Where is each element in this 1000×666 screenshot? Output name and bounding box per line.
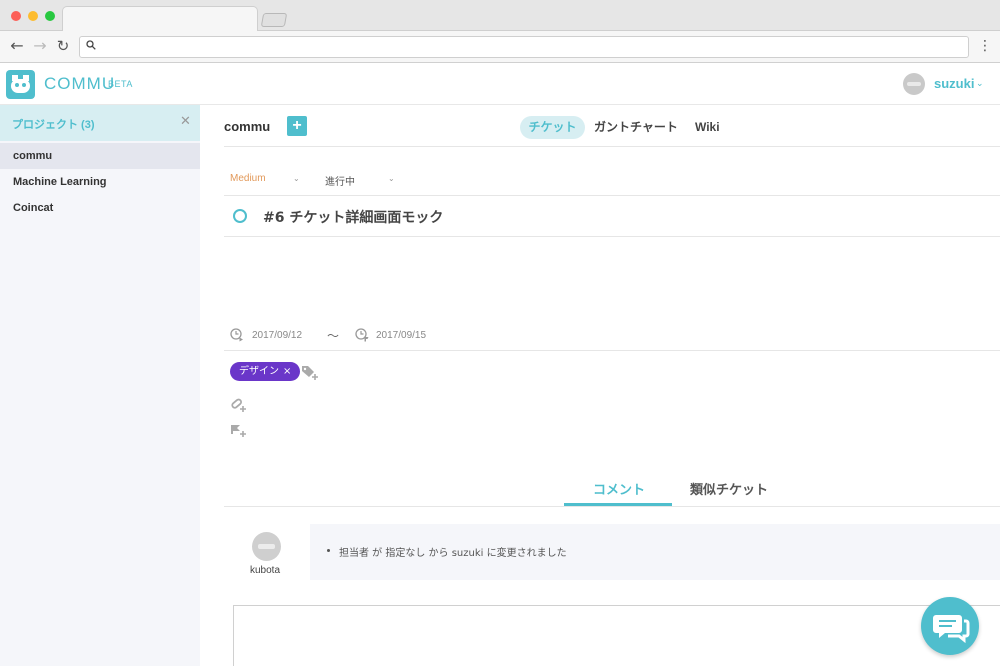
back-icon[interactable]: ← [8,37,26,55]
chat-icon [933,615,970,644]
sidebar-item-label: Machine Learning [13,176,107,188]
user-avatar[interactable] [903,73,925,95]
tag-chip[interactable]: デザイン × [230,362,301,381]
status-select[interactable]: 進行中 [325,173,355,188]
chevron-down-icon[interactable]: ⌄ [976,79,984,89]
divider [224,350,1000,351]
browser-tab-strip [0,0,1000,32]
logo-eye-left [15,83,19,87]
comment-author: kubota [250,565,281,576]
divider [224,146,1000,147]
tag-label: デザイン [239,366,279,377]
logo-face [11,79,30,93]
end-date-icon[interactable] [355,328,369,342]
close-window-button[interactable] [11,11,21,21]
end-date[interactable]: 2017/09/15 [376,330,426,341]
tab-gantt-chart[interactable]: ガントチャート [594,116,678,139]
address-bar[interactable] [79,36,969,58]
priority-select[interactable]: Medium [230,173,266,184]
user-menu-name[interactable]: suzuki [934,76,974,91]
start-date-icon[interactable] [230,328,244,342]
chevron-down-icon[interactable]: ⌄ [293,174,300,183]
add-ticket-button[interactable]: + [287,116,307,136]
comment-input[interactable] [233,605,1000,666]
bullet [327,549,330,552]
activity-text: 担当者 が 指定なし から suzuki に変更されました [339,548,567,559]
beta-badge: BETA [108,79,133,89]
brand-name[interactable]: COMMU [44,74,115,94]
browser-menu-icon[interactable]: ⋮ [978,37,992,55]
main-content: commu + チケット ガントチャート Wiki Medium ⌄ 進行中 ⌄… [200,105,1000,666]
minimize-window-button[interactable] [28,11,38,21]
ticket-title[interactable]: #6 チケット詳細画面モック [263,207,443,227]
browser-tab[interactable] [62,6,258,32]
app-header: COMMU BETA suzuki ⌄ [0,64,1000,105]
sidebar-item-machine-learning[interactable]: Machine Learning [0,169,200,195]
avatar[interactable] [252,532,281,561]
sidebar-item-commu[interactable]: commu [0,143,200,169]
search-icon [86,40,96,50]
reload-icon[interactable]: ↻ [54,37,72,55]
sidebar-item-label: commu [13,150,53,162]
commu-logo-icon[interactable] [6,70,35,99]
project-name: commu [224,119,271,134]
logo-eye-right [22,83,26,87]
sidebar-header-label: プロジェクト (3) [12,119,95,131]
divider [224,506,1000,507]
divider [224,195,1000,196]
tab-wiki[interactable]: Wiki [695,116,720,139]
attachment-icon[interactable] [230,398,248,414]
close-icon[interactable]: ✕ [180,114,191,129]
ticket-status-toggle[interactable] [233,209,247,223]
start-date[interactable]: 2017/09/12 [252,330,302,341]
milestone-flag-icon[interactable] [230,423,248,439]
browser-toolbar: ← → ↻ ⋮ [0,31,1000,63]
sidebar-project-header[interactable]: プロジェクト (3) ✕ [0,105,200,141]
date-separator: 〜 [327,329,340,343]
chat-support-button[interactable] [921,597,979,655]
sidebar-item-coincat[interactable]: Coincat [0,195,200,221]
tab-ticket[interactable]: チケット [520,116,585,139]
sidebar: プロジェクト (3) ✕ commu Machine Learning Coin… [0,105,200,666]
sidebar-item-label: Coincat [13,202,54,214]
maximize-window-button[interactable] [45,11,55,21]
chevron-down-icon[interactable]: ⌄ [388,174,395,183]
remove-tag-icon[interactable]: × [283,366,291,377]
tab-comment[interactable]: コメント [593,479,645,498]
add-tag-icon[interactable] [301,364,319,380]
forward-icon[interactable]: → [31,37,49,55]
activity-log-item: 担当者 が 指定なし から suzuki に変更されました [310,524,1000,580]
new-tab-button[interactable] [260,13,288,27]
tab-similar-tickets[interactable]: 類似チケット [690,479,768,498]
divider [224,236,1000,237]
